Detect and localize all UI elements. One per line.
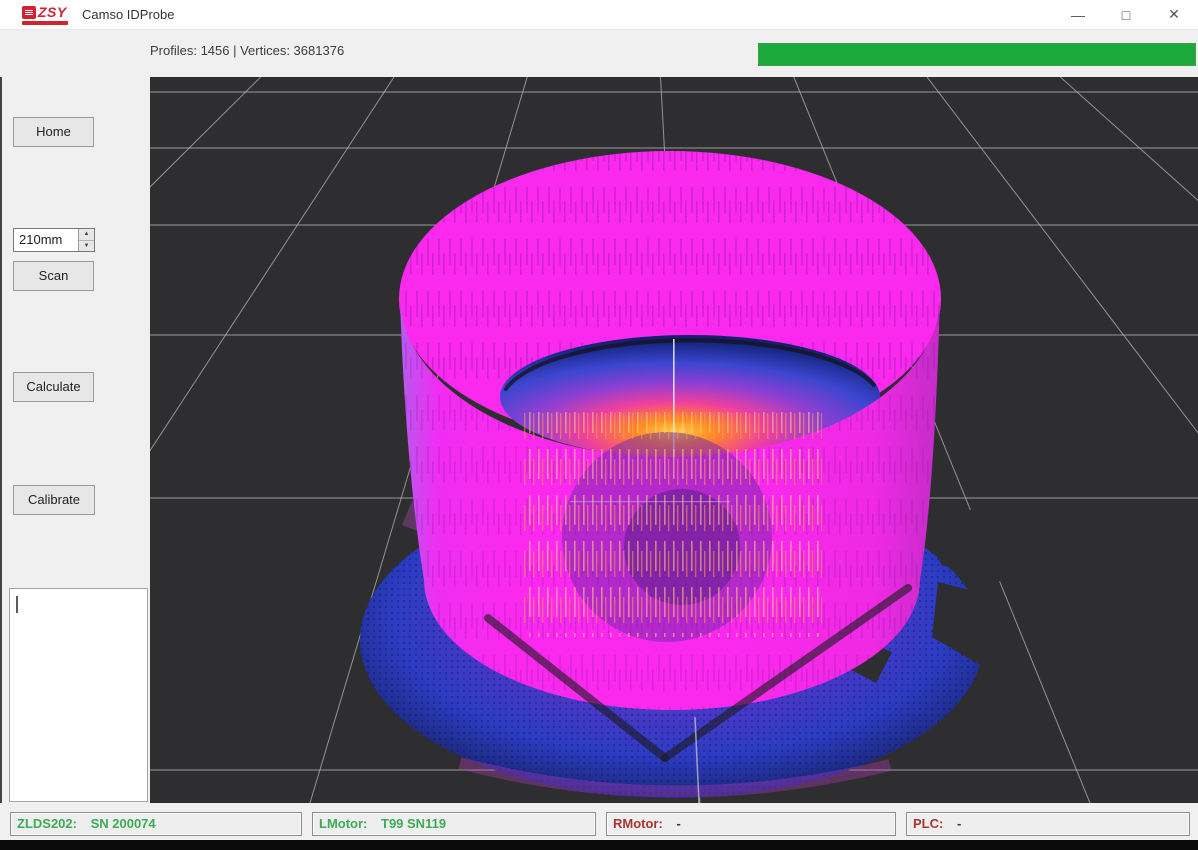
size-spinner[interactable]: 210mm ▲ ▼ [13,228,95,252]
title-bar: ZSY Camso IDProbe — □ ✕ [0,0,1198,30]
bottom-black-strip [0,840,1198,850]
progress-bar-fill [759,44,1195,65]
log-textarea[interactable] [9,588,148,802]
zsy-logo: ZSY [22,4,68,25]
minimize-button[interactable]: — [1054,0,1102,30]
status-box-lmotor: LMotor: T99 SN119 [312,812,596,836]
size-input[interactable]: 210mm [14,229,78,251]
profiles-vertices-stats: Profiles: 1456 | Vertices: 3681376 [150,43,344,58]
calibrate-button[interactable]: Calibrate [13,485,95,515]
zsy-logo-underline [22,21,68,25]
window-left-border [0,77,2,840]
spinner-down-icon[interactable]: ▼ [79,241,94,252]
zsy-logo-text: ZSY [38,4,67,20]
close-button[interactable]: ✕ [1150,0,1198,30]
maximize-button[interactable]: □ [1102,0,1150,30]
progress-bar [758,43,1196,66]
status-label: ZLDS202: [17,816,77,831]
status-box-plc: PLC: - [906,812,1190,836]
window-title: Camso IDProbe [82,7,174,22]
app-window: ZSY Camso IDProbe — □ ✕ Profiles: 1456 |… [0,0,1198,850]
zsy-logo-icon [22,6,36,19]
status-label: LMotor: [319,816,367,831]
text-cursor [16,596,18,613]
status-bar: ZLDS202: SN 200074 LMotor: T99 SN119 RMo… [0,803,1198,840]
spinner-up-icon[interactable]: ▲ [79,229,94,241]
pointcloud-viewport[interactable] [150,77,1198,803]
status-value: - [957,816,961,831]
status-label: PLC: [913,816,943,831]
status-value: T99 SN119 [381,816,446,831]
home-button[interactable]: Home [13,117,94,147]
scan-button[interactable]: Scan [13,261,94,291]
status-value: SN 200074 [91,816,156,831]
calculate-button[interactable]: Calculate [13,372,94,402]
window-controls: — □ ✕ [1054,0,1198,30]
status-label: RMotor: [613,816,663,831]
status-box-zlds202: ZLDS202: SN 200074 [10,812,302,836]
status-box-rmotor: RMotor: - [606,812,896,836]
status-value: - [676,816,680,831]
